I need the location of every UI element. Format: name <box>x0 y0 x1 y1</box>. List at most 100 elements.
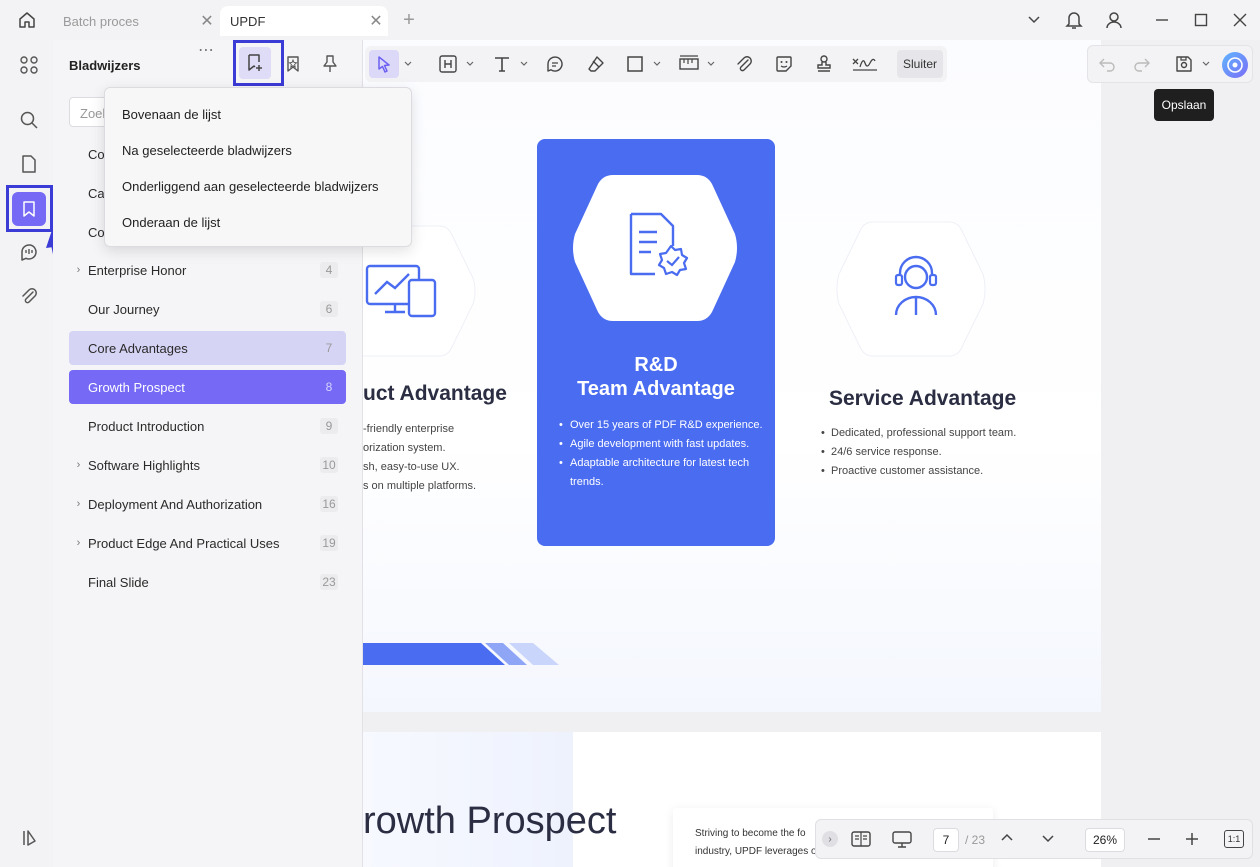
pin-icon <box>323 55 337 72</box>
minimize-icon[interactable] <box>1149 8 1175 32</box>
highlight-tool-button[interactable] <box>435 50 461 78</box>
tab-batch[interactable]: Batch proces ✕ <box>53 6 219 36</box>
chevron-down-icon[interactable] <box>464 50 476 78</box>
chevron-right-icon[interactable]: › <box>69 459 88 471</box>
bookmark-label: Our Journey <box>88 301 160 317</box>
chevron-down-icon[interactable] <box>518 50 530 78</box>
measure-tool-button[interactable] <box>676 50 702 78</box>
menu-item-top-of-list[interactable]: Bovenaan de lijst <box>122 107 221 122</box>
close-toolbar-button[interactable]: Sluiter <box>897 50 943 78</box>
page2-text: industry, UPDF leverages o <box>695 846 817 857</box>
chevron-down-icon[interactable] <box>1041 834 1055 844</box>
zoom-out-icon[interactable] <box>1147 832 1161 846</box>
annotation-toolbar: Sluiter <box>365 46 947 82</box>
bookmark-item-partial[interactable]: Co <box>88 147 105 162</box>
signature-tool-button[interactable] <box>850 50 880 78</box>
eraser-tool-button[interactable] <box>583 50 609 78</box>
menu-item-child-of-selected[interactable]: Onderliggend aan geselecteerde bladwijze… <box>122 179 379 194</box>
pdf-page: uct Advantage -friendly enterprise oriza… <box>363 40 1101 712</box>
service-bullet: Dedicated, professional support team. <box>831 427 1017 439</box>
rd-title-line2: Team Advantage <box>577 378 735 400</box>
bookmark-label: Enterprise Honor <box>88 262 187 278</box>
left-rail <box>4 40 53 867</box>
attach-tool-button[interactable] <box>731 50 757 78</box>
reading-mode-icon[interactable] <box>851 830 871 848</box>
bookmark-item-selected[interactable]: Growth Prospect 8 <box>69 370 346 404</box>
ai-assistant-icon[interactable] <box>1222 52 1248 78</box>
save-icon[interactable] <box>1174 54 1194 74</box>
growth-prospect-title: rowth Prospect <box>363 800 617 842</box>
menu-item-bottom-of-list[interactable]: Onderaan de lijst <box>122 215 220 230</box>
pin-button[interactable] <box>317 52 343 76</box>
tab-updf[interactable]: UPDF ✕ <box>220 6 388 36</box>
chevron-down-icon[interactable] <box>1202 61 1210 67</box>
rd-bullet-dot: • <box>559 438 563 450</box>
zoom-in-icon[interactable] <box>1185 832 1199 846</box>
bookmark-item[interactable]: › Enterprise Honor 4 <box>69 253 346 287</box>
zoom-level-input[interactable]: 26% <box>1085 828 1125 852</box>
text-tool-button[interactable] <box>489 50 515 78</box>
chevron-down-icon[interactable] <box>402 50 414 78</box>
pages-icon[interactable] <box>12 147 46 181</box>
chevron-down-icon[interactable] <box>651 50 663 78</box>
bookmark-item[interactable]: › Deployment And Authorization 16 <box>69 487 346 521</box>
comment-icon <box>547 56 563 72</box>
comments-icon[interactable] <box>12 235 46 269</box>
layers-icon[interactable] <box>12 821 46 855</box>
current-page-input[interactable]: 7 <box>933 828 959 852</box>
chevron-right-icon[interactable]: › <box>69 537 88 549</box>
more-options-icon[interactable]: ⋯ <box>198 40 215 60</box>
text-box-icon <box>439 55 457 73</box>
chevron-right-icon[interactable]: › <box>69 498 88 510</box>
bookmark-item[interactable]: › Software Highlights 10 <box>69 448 346 482</box>
thumbnails-icon[interactable] <box>12 48 46 82</box>
bookmark-label: Software Highlights <box>88 457 200 473</box>
stamp-tool-button[interactable] <box>811 50 837 78</box>
signature-icon <box>852 58 877 71</box>
close-window-icon[interactable] <box>1227 8 1253 32</box>
eraser-icon <box>588 56 604 72</box>
close-tab-icon[interactable]: ✕ <box>364 11 388 31</box>
collapse-bar-icon[interactable]: › <box>822 831 838 847</box>
bookmark-item[interactable]: Our Journey 6 <box>69 292 346 326</box>
undo-icon[interactable] <box>1098 55 1116 73</box>
product-bullet: -friendly enterprise <box>363 423 455 435</box>
menu-item-after-selected[interactable]: Na geselecteerde bladwijzers <box>122 143 292 158</box>
maximize-icon[interactable] <box>1188 8 1214 32</box>
redo-icon[interactable] <box>1133 55 1151 73</box>
actual-size-button[interactable]: 1:1 <box>1224 830 1244 848</box>
user-icon[interactable] <box>1101 8 1127 32</box>
panel-title: Bladwijzers <box>69 58 141 73</box>
attachment-icon[interactable] <box>12 279 46 313</box>
rd-bullet: Adaptable architecture for latest tech <box>570 457 750 469</box>
new-tab-icon[interactable]: + <box>396 8 422 32</box>
rd-bullet-dot: • <box>559 419 563 431</box>
bookmark-label: Final Slide <box>88 574 149 590</box>
service-bullet-dot: • <box>821 465 825 477</box>
presentation-icon[interactable] <box>891 830 913 848</box>
sticker-tool-button[interactable] <box>771 50 797 78</box>
bookmark-item[interactable]: Core Advantages 7 <box>69 331 346 365</box>
tab-updf-label: UPDF <box>230 13 266 29</box>
chevron-up-icon[interactable] <box>1000 832 1014 842</box>
bookmark-item-partial[interactable]: Co <box>88 225 105 240</box>
home-icon[interactable] <box>14 8 40 32</box>
save-tooltip: Opslaan <box>1154 89 1214 121</box>
bookmark-page-number: 16 <box>320 496 338 512</box>
select-tool-button[interactable] <box>369 50 399 78</box>
bookmark-item-partial[interactable]: Ca <box>88 186 105 201</box>
paperclip-icon <box>737 56 752 72</box>
search-input[interactable]: Zoek <box>69 97 109 127</box>
bookmark-item[interactable]: › Product Edge And Practical Uses 19 <box>69 526 346 560</box>
shape-tool-button[interactable] <box>622 50 648 78</box>
chevron-down-icon[interactable] <box>1021 8 1047 32</box>
chevron-down-icon[interactable] <box>705 50 717 78</box>
bookmark-item[interactable]: Product Introduction 9 <box>69 409 346 443</box>
comment-tool-button[interactable] <box>542 50 568 78</box>
search-icon[interactable] <box>12 103 46 137</box>
bookmark-item[interactable]: Final Slide 23 <box>69 565 346 599</box>
cursor-icon <box>378 56 390 73</box>
close-tab-icon[interactable]: ✕ <box>195 11 219 31</box>
chevron-right-icon[interactable]: › <box>69 264 88 276</box>
bell-icon[interactable] <box>1061 8 1087 32</box>
